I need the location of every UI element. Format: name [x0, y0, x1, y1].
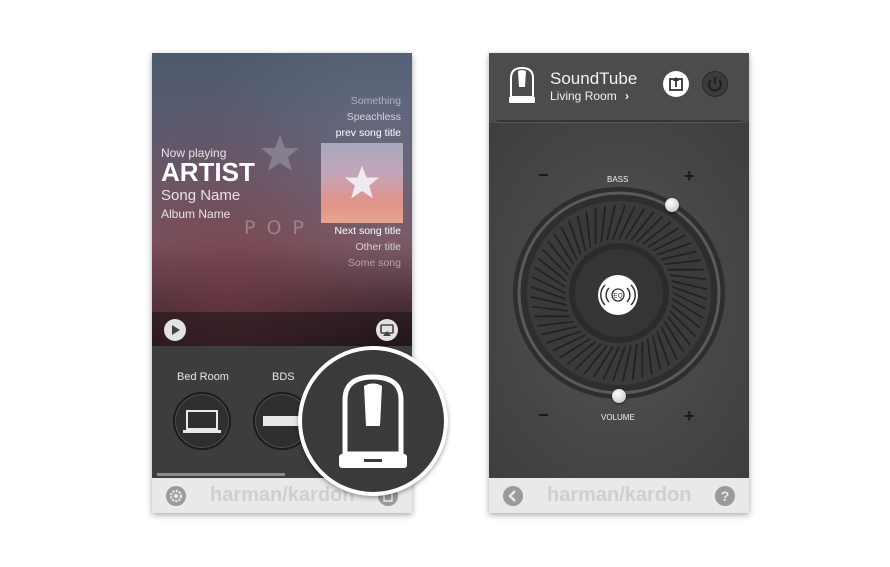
aura-speaker-icon	[509, 66, 535, 103]
device-name[interactable]: SoundTube	[550, 69, 637, 89]
star-icon	[261, 135, 299, 171]
room-label: BDS	[272, 371, 295, 383]
album-art[interactable]	[321, 143, 403, 223]
rooms-scrollbar[interactable]	[157, 473, 285, 476]
volume-decrease-button[interactable]: −	[538, 405, 549, 426]
settings-button[interactable]	[166, 486, 186, 506]
track-item[interactable]: Speachless	[347, 111, 401, 123]
airplay-button[interactable]	[376, 319, 398, 341]
genre-watermark: POP	[244, 217, 315, 239]
volume-increase-button[interactable]: +	[684, 406, 695, 427]
power-icon	[708, 77, 722, 92]
bass-increase-button[interactable]: +	[684, 166, 695, 187]
bass-label: BASS	[607, 175, 629, 184]
volume-knob[interactable]	[612, 389, 626, 403]
play-button[interactable]	[164, 319, 186, 341]
laptop-icon	[183, 410, 221, 433]
back-button[interactable]	[503, 486, 523, 506]
room-label: Bed Room	[177, 371, 229, 383]
share-icon	[669, 77, 683, 91]
footer-bar: harman/kardon ?	[489, 478, 749, 513]
speaker-zoom-bubble[interactable]	[298, 346, 448, 496]
brand-logo: harman/kardon	[547, 484, 692, 506]
airplay-icon	[380, 324, 394, 336]
room-name: Living Room	[550, 89, 617, 103]
aura-speaker-icon	[339, 374, 407, 468]
song-name: Song Name	[161, 187, 241, 204]
bass-decrease-button[interactable]: −	[538, 165, 549, 186]
eq-label: EQ	[613, 293, 622, 300]
playback-bar	[152, 312, 412, 346]
help-button[interactable]: ?	[715, 486, 735, 506]
speaker-control-screen: SoundTube Living Room › − BASS + EQ − VO…	[489, 53, 749, 513]
now-playing-background: Now playing ARTIST Song Name Album Name …	[152, 53, 412, 346]
star-icon	[344, 165, 380, 199]
play-icon	[172, 325, 180, 335]
share-button[interactable]	[663, 71, 689, 97]
track-item[interactable]: Something	[351, 95, 401, 107]
device-header: SoundTube Living Room ›	[489, 53, 749, 120]
eq-icon: EQ	[600, 284, 636, 306]
volume-label: VOLUME	[601, 413, 635, 422]
eq-button[interactable]: EQ	[598, 275, 638, 315]
room-bed-room-button[interactable]	[173, 392, 231, 450]
track-item[interactable]: Next song title	[334, 225, 401, 237]
help-icon: ?	[720, 488, 730, 504]
power-button[interactable]	[702, 71, 728, 97]
artist-name: ARTIST	[161, 157, 255, 187]
gear-icon	[169, 489, 183, 503]
bass-knob[interactable]	[664, 197, 679, 212]
track-item[interactable]: Other title	[355, 241, 401, 253]
chevron-left-icon	[508, 490, 516, 502]
album-name: Album Name	[161, 207, 231, 221]
room-selector[interactable]: Living Room ›	[550, 89, 629, 103]
track-item[interactable]: Some song	[348, 257, 401, 269]
chevron-right-icon: ›	[625, 89, 630, 103]
track-item[interactable]: prev song title	[336, 127, 401, 139]
